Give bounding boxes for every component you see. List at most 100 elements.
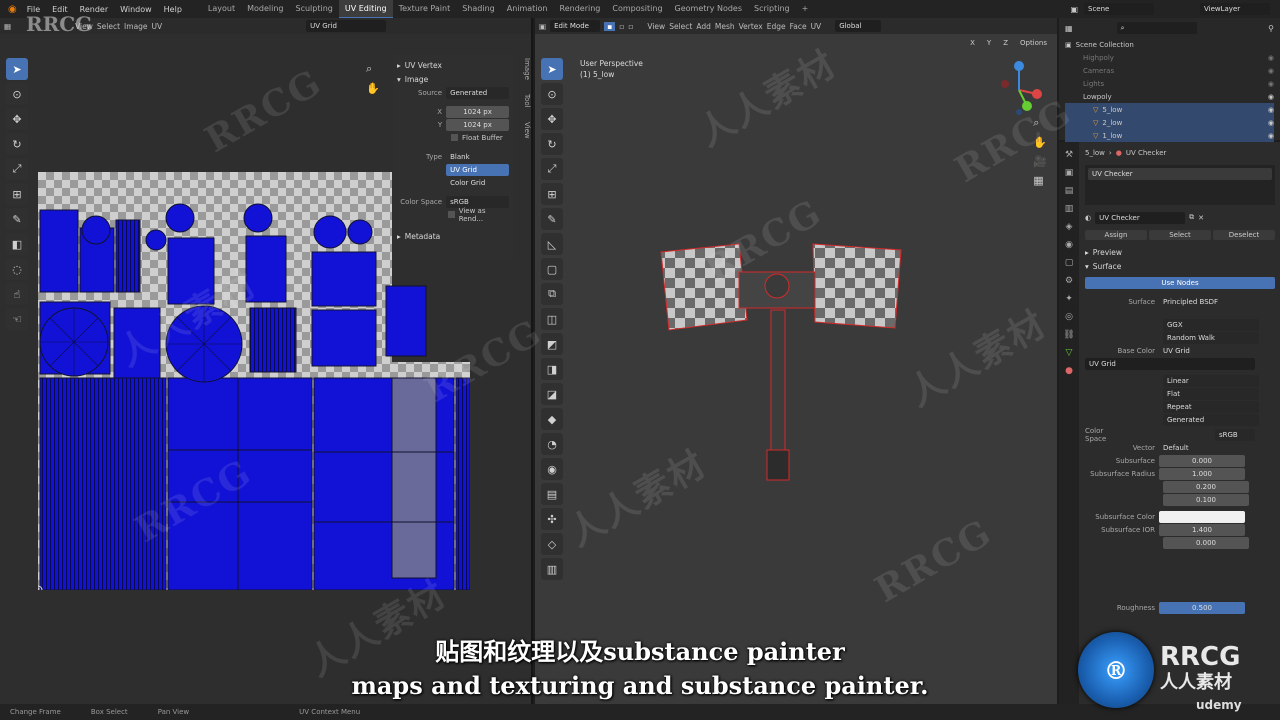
menu-window[interactable]: Window (114, 5, 158, 14)
move-tool-icon[interactable]: ✥ (6, 108, 28, 130)
viewlayer-selector[interactable]: ViewLayer (1200, 3, 1270, 15)
visibility-icon[interactable]: ◉ (1268, 132, 1274, 140)
scene-tab-icon[interactable]: ◈ (1066, 222, 1073, 232)
menu-uv[interactable]: UV (152, 22, 163, 31)
relax-tool-icon[interactable]: ☝ (6, 283, 28, 305)
spin-tool-icon[interactable]: ◔ (541, 433, 563, 455)
constraints-tab-icon[interactable]: ⛓ (1063, 330, 1074, 340)
hammer-mesh[interactable] (655, 238, 915, 508)
add-workspace-icon[interactable]: + (796, 0, 815, 18)
outliner-root[interactable]: ▣ Scene Collection (1065, 38, 1274, 51)
tab-scripting[interactable]: Scripting (748, 0, 796, 18)
source-dropdown[interactable]: Generated (446, 86, 509, 99)
tab-layout[interactable]: Layout (202, 0, 241, 18)
vector-link[interactable]: Default (1159, 442, 1255, 454)
image-texture-selector[interactable]: UV Grid (1085, 357, 1255, 370)
bevel-tool-icon[interactable]: ◩ (541, 333, 563, 355)
distribution-dropdown[interactable]: GGX (1163, 318, 1259, 331)
outliner-item[interactable]: Lights ◉ (1065, 77, 1274, 90)
menu-edge[interactable]: Edge (767, 22, 786, 31)
extension-dropdown[interactable]: Repeat (1163, 400, 1259, 413)
tool-tab-icon[interactable]: ⚒ (1065, 150, 1073, 160)
deselect-button[interactable]: Deselect (1213, 229, 1275, 240)
visibility-icon[interactable]: ◉ (1268, 80, 1274, 88)
mode-dropdown[interactable]: Edit Mode (550, 20, 601, 32)
menu-uv[interactable]: UV (811, 22, 822, 31)
visibility-icon[interactable]: ◉ (1268, 106, 1274, 114)
select-tool-icon[interactable]: ➤ (6, 58, 28, 80)
scale-tool-icon[interactable]: ⤢ (541, 158, 563, 180)
physics-tab-icon[interactable]: ◎ (1065, 312, 1073, 322)
poly-build-tool-icon[interactable]: ◆ (541, 408, 563, 430)
menu-image[interactable]: Image (124, 22, 148, 31)
projection-dropdown[interactable]: Flat (1163, 387, 1259, 400)
pan-icon[interactable]: ✋ (1033, 136, 1047, 149)
outliner-item[interactable]: Lowpoly ◉ (1065, 90, 1274, 103)
data-tab-icon[interactable]: ▽ (1066, 348, 1073, 358)
subsurface-radius-z[interactable]: 0.100 (1163, 493, 1249, 506)
visibility-icon[interactable]: ◉ (1268, 67, 1274, 75)
view-as-render-checkbox[interactable] (448, 211, 455, 218)
source-dropdown[interactable]: Generated (1163, 413, 1259, 426)
view-layer-tab-icon[interactable]: ▥ (1065, 204, 1074, 214)
vertex-select-icon[interactable]: ▪ (604, 21, 616, 31)
material-slot[interactable]: UV Checker (1088, 168, 1272, 180)
select-button[interactable]: Select (1149, 229, 1211, 240)
outliner-item[interactable]: ▽ 5_low ◉ (1065, 103, 1274, 116)
visibility-icon[interactable]: ◉ (1268, 54, 1274, 62)
material-name-field[interactable]: UV Checker (1095, 211, 1186, 224)
outliner-display-icon[interactable]: ▦ (1065, 24, 1073, 33)
render-tab-icon[interactable]: ▣ (1065, 168, 1074, 178)
subsurface-color-swatch[interactable] (1159, 510, 1245, 523)
width-field[interactable]: 1024 px (446, 105, 509, 118)
preview-section[interactable]: ▸ Preview (1085, 245, 1275, 259)
base-color-link[interactable]: UV Grid (1159, 345, 1255, 357)
unlink-material-icon[interactable]: ✕ (1198, 214, 1204, 222)
modifier-tab-icon[interactable]: ⚙ (1065, 276, 1073, 286)
material-slot-list[interactable]: UV Checker (1085, 165, 1275, 205)
subsurface-field[interactable]: 0.000 (1159, 454, 1245, 467)
visibility-icon[interactable]: ◉ (1268, 119, 1274, 127)
image-section[interactable]: ▾ Image (397, 72, 509, 86)
menu-mesh[interactable]: Mesh (715, 22, 735, 31)
metadata-section[interactable]: ▸ Metadata (397, 229, 509, 243)
type-option-uv-grid[interactable]: UV Grid (446, 163, 509, 176)
cursor-tool-icon[interactable]: ⊙ (541, 83, 563, 105)
smooth-tool-icon[interactable]: ◉ (541, 458, 563, 480)
tab-geometry-nodes[interactable]: Geometry Nodes (669, 0, 748, 18)
outliner-item[interactable]: Cameras ◉ (1065, 64, 1274, 77)
pan-icon[interactable]: ✋ (366, 82, 380, 95)
tab-texture-paint[interactable]: Texture Paint (393, 0, 457, 18)
tab-tool[interactable]: Tool (519, 94, 531, 108)
blender-logo-icon[interactable]: ◉ (4, 4, 21, 15)
tab-sculpting[interactable]: Sculpting (290, 0, 339, 18)
anisotropy-field[interactable]: 0.000 (1163, 536, 1249, 549)
outliner-item[interactable]: ▽ 2_low ◉ (1065, 116, 1274, 129)
tab-uv-editing[interactable]: UV Editing (338, 0, 393, 18)
rotate-tool-icon[interactable]: ↻ (6, 133, 28, 155)
face-select-icon[interactable]: ▫ (628, 22, 633, 31)
editor-type-icon[interactable]: ▦ (4, 22, 11, 31)
visibility-icon[interactable]: ◉ (1268, 93, 1274, 101)
options-dropdown[interactable]: Options (1015, 38, 1051, 48)
copy-material-icon[interactable]: ⧉ (1189, 213, 1194, 222)
float-buffer-checkbox[interactable] (451, 134, 458, 141)
grab-tool-icon[interactable]: ◌ (6, 258, 28, 280)
editor-type-icon[interactable]: ▣ (539, 22, 546, 31)
height-field[interactable]: 1024 px (446, 118, 509, 131)
uv-vertex-section[interactable]: ▸ UV Vertex (397, 58, 509, 72)
tab-compositing[interactable]: Compositing (606, 0, 668, 18)
shear-tool-icon[interactable]: ◇ (541, 533, 563, 555)
menu-add[interactable]: Add (696, 22, 711, 31)
output-tab-icon[interactable]: ▤ (1065, 186, 1074, 196)
transform-tool-icon[interactable]: ⊞ (541, 183, 563, 205)
move-tool-icon[interactable]: ✥ (541, 108, 563, 130)
material-tab-icon[interactable]: ● (1065, 366, 1073, 376)
annotate-tool-icon[interactable]: ✎ (6, 208, 28, 230)
menu-select[interactable]: Select (97, 22, 120, 31)
scene-selector[interactable]: Scene (1084, 3, 1154, 15)
material-browse-icon[interactable]: ◐ (1085, 214, 1091, 222)
knife-tool-icon[interactable]: ◪ (541, 383, 563, 405)
subsurface-radius-y[interactable]: 0.200 (1163, 480, 1249, 493)
menu-select[interactable]: Select (669, 22, 692, 31)
